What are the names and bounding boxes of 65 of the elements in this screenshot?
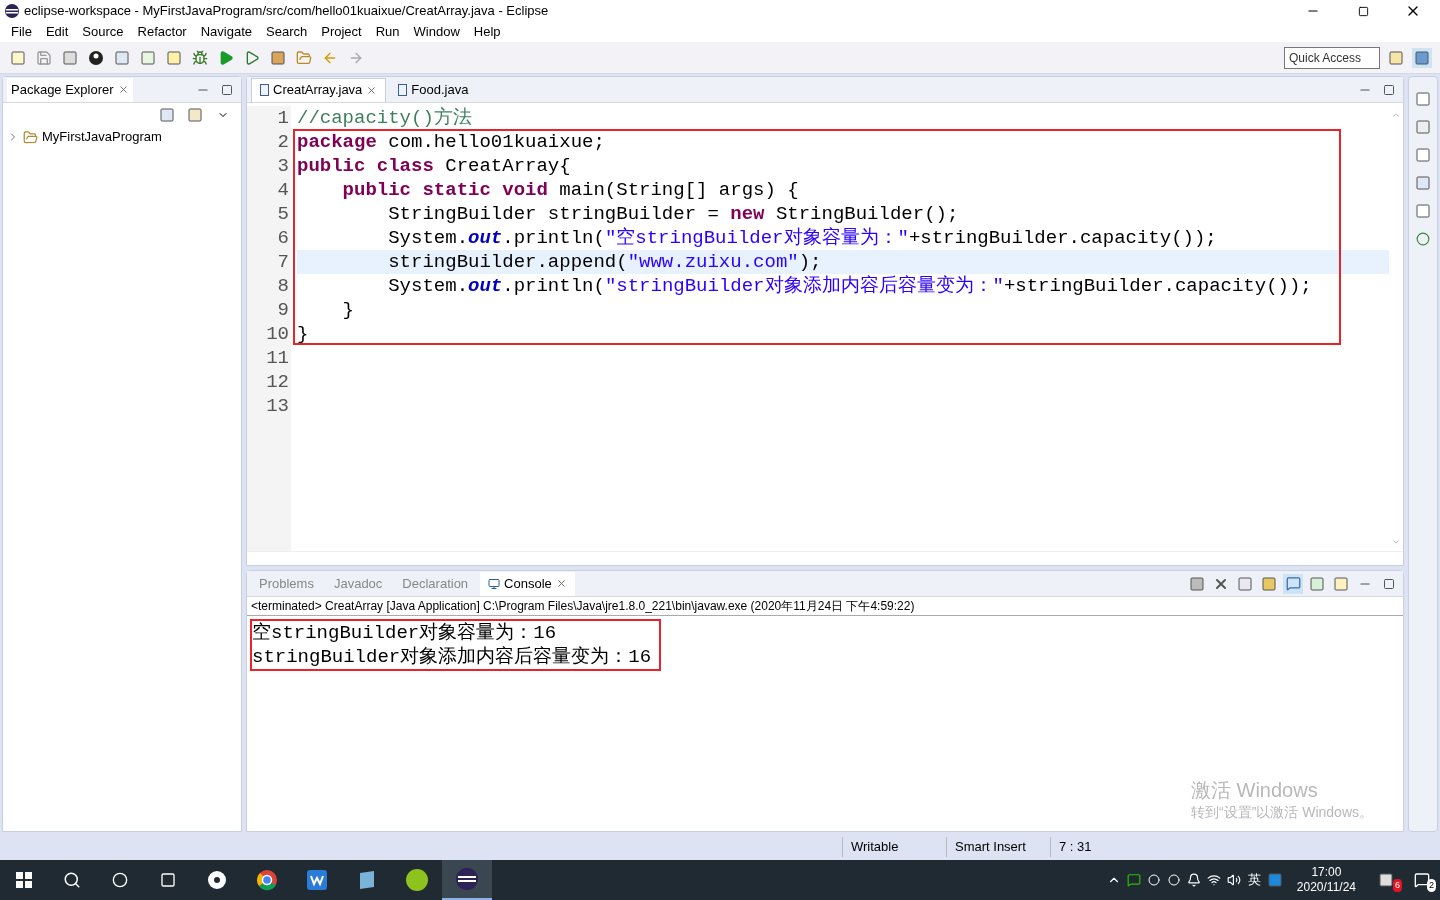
status-field: 7 : 31	[1050, 837, 1140, 857]
action-center-icon[interactable]	[1412, 870, 1432, 890]
code-line: public class CreatArray{	[297, 154, 571, 178]
code-line: }	[297, 322, 309, 346]
menu-item[interactable]: Search	[259, 22, 315, 42]
code-line: StringBuilder stringBuilder = new StringBuilder();	[387, 202, 959, 226]
menu-item[interactable]: File	[4, 22, 39, 42]
close-icon[interactable]	[366, 84, 378, 96]
line-number: 6	[277, 226, 289, 250]
activation-text: 转到“设置”以激活 Windows。	[1191, 803, 1373, 821]
line-number: 5	[277, 202, 289, 226]
code-line: public static void main(String[] args) {	[341, 178, 799, 202]
console-output-line: 空stringBuilder对象容量为：16	[252, 621, 558, 645]
close-icon[interactable]	[117, 84, 129, 95]
console-icon[interactable]	[1283, 573, 1303, 594]
line-number: 13	[266, 394, 289, 418]
clock-time: 17:00	[1311, 865, 1342, 880]
console-output-line: stringBuilder对象添加内容后容量变为：16	[252, 645, 652, 669]
activation-title: 激活 Windows	[1191, 778, 1319, 803]
menu-item[interactable]: Help	[466, 22, 508, 42]
line-number: 4	[277, 178, 289, 202]
file-icon	[260, 84, 269, 96]
console-icon	[488, 577, 501, 590]
status-field: Writable	[842, 837, 946, 857]
code-line: stringBuilder.append("www.zuixu.com");	[387, 250, 822, 274]
eclipse-app-icon[interactable]	[442, 860, 492, 900]
code-line: }	[341, 298, 354, 322]
console-header: <terminated> CreatArray [Java Application] C:\Program Files\Java\jre1.8.0_221\bin\javaw.exe (2020年11月24日 下午4:59:22)	[247, 597, 1403, 616]
code-line: System.out.println("stringBuilder对象添加内容后容量变为："+stringBuilder.capacity());	[387, 274, 1312, 298]
notification-badge: 6	[1393, 878, 1402, 892]
code-line: package com.hello01kuaixue;	[297, 130, 605, 154]
line-number: 1	[277, 106, 289, 130]
editor-tab[interactable]: Food.java	[390, 77, 477, 102]
view-tab[interactable]: Console	[480, 571, 575, 596]
quick-access-field[interactable]: Quick Access	[1284, 46, 1380, 69]
menu-item[interactable]: Navigate	[193, 22, 259, 42]
code-line: System.out.println("空stringBuilder对象容量为："+stringBuilder.capacity());	[387, 226, 1217, 250]
menu-item[interactable]: Source	[75, 22, 131, 42]
line-number: 9	[277, 298, 289, 322]
status-field: Smart Insert	[946, 837, 1050, 857]
clock-date: 2020/11/24	[1296, 880, 1356, 895]
package-explorer-tab[interactable]: Package Explorer	[7, 77, 133, 102]
action-badge: 2	[1427, 878, 1436, 892]
menu-item[interactable]: Window	[406, 22, 467, 42]
folder-icon	[23, 129, 38, 145]
line-number: 7	[277, 250, 289, 274]
menu-item[interactable]: Refactor	[130, 22, 194, 42]
file-icon	[398, 83, 408, 96]
ime-indicator[interactable]: 英	[1243, 870, 1265, 890]
line-number: 8	[277, 274, 289, 298]
menu-item[interactable]: Run	[368, 22, 407, 42]
line-number: 12	[266, 370, 289, 394]
line-number: 11	[266, 346, 289, 370]
line-number: 10	[266, 322, 289, 346]
menu-item[interactable]: Edit	[38, 22, 76, 42]
window-title: eclipse-workspace - MyFirstJavaProgram/src/com/hello01kuaixue/CreatArray.java - Eclipse	[24, 2, 549, 21]
code-line: //capacity()方法	[297, 106, 472, 130]
line-number: 3	[277, 154, 289, 178]
close-icon[interactable]	[555, 578, 567, 589]
tree-item[interactable]: MyFirstJavaProgram	[3, 127, 241, 147]
menu-item[interactable]: Project	[314, 22, 369, 42]
java-perspective-icon[interactable]	[1412, 47, 1432, 68]
eclipse-logo-icon	[4, 3, 20, 19]
editor-tab[interactable]: CreatArray.java	[251, 77, 387, 102]
line-number: 2	[277, 130, 289, 154]
